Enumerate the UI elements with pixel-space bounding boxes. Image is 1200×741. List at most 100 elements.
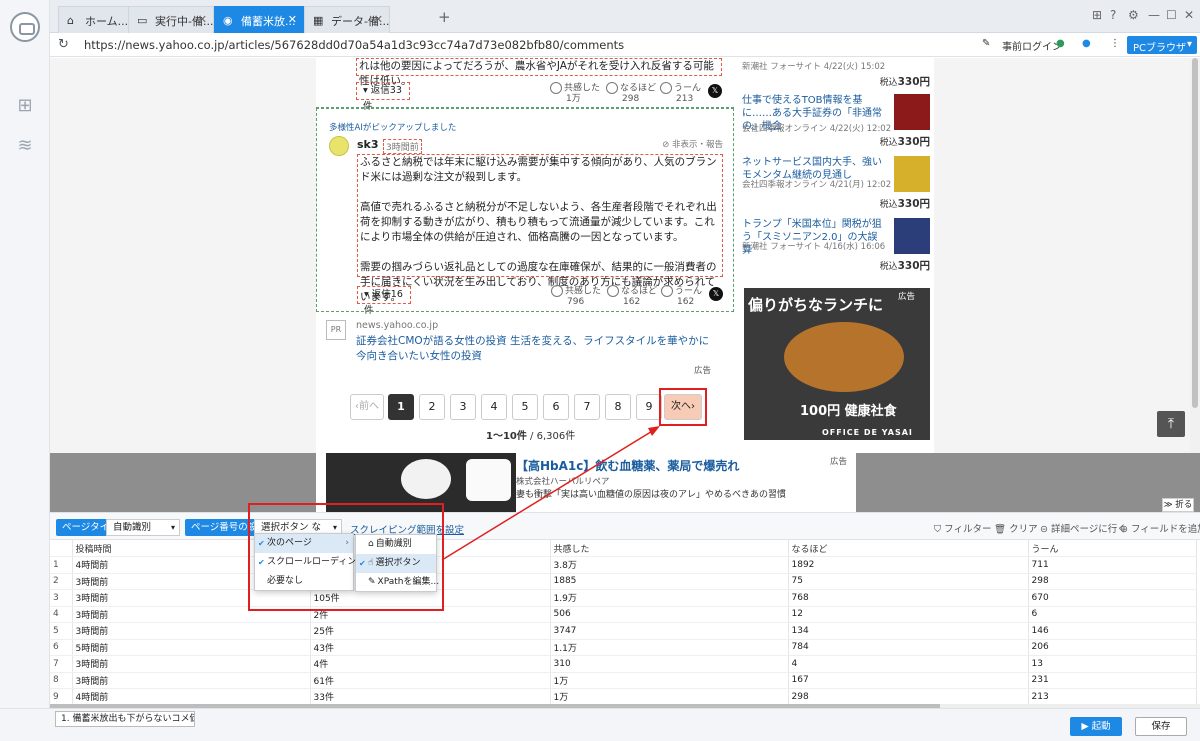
table-cell[interactable]: 75 [788, 573, 1029, 590]
task-tab[interactable]: 1. 備蓄米放出も下がらないコメ価... [55, 711, 195, 727]
page-button-1[interactable]: 1 [388, 394, 414, 420]
table-cell[interactable]: 1.9万 [550, 589, 789, 607]
save-button[interactable]: 保存 [1135, 717, 1187, 736]
table-cell[interactable]: 1892 [788, 556, 1029, 574]
scroll-to-top-button[interactable]: ⤒ [1157, 411, 1185, 437]
hide-report-link[interactable]: ⊘ 非表示・報告 [662, 138, 723, 150]
table-cell[interactable]: 213 [1028, 688, 1197, 706]
table-cell[interactable]: 167 [788, 672, 1029, 689]
table-row[interactable]: 9 4時間前 33件 1万 298 213 [50, 688, 1197, 706]
table-cell[interactable]: 43件 [310, 639, 551, 656]
reaction-uun[interactable]: うーん 162 [661, 285, 702, 307]
column-header[interactable]: 共感した [550, 540, 789, 557]
table-cell[interactable]: 3時間前 [72, 672, 311, 689]
page-button-6[interactable]: 6 [543, 394, 569, 420]
table-cell[interactable]: 146 [1028, 622, 1197, 640]
table-row[interactable]: 6 5時間前 43件 1.1万 784 206 [50, 639, 1197, 656]
page-button-3[interactable]: 3 [450, 394, 476, 420]
table-cell[interactable]: 506 [550, 606, 789, 623]
news-item[interactable]: 仕事で使えるTOB情報を基に……ある大手証券の「非通常の」機会 会社四季報オンラ… [742, 94, 930, 148]
table-cell[interactable]: 231 [1028, 672, 1197, 689]
table-cell[interactable]: 33件 [310, 688, 551, 706]
page-type-select[interactable]: 自動識別 ▾ [106, 519, 180, 536]
table-cell[interactable]: 5時間前 [72, 639, 311, 656]
x-share-icon[interactable]: 𝕏 [709, 287, 723, 301]
table-cell[interactable]: 768 [788, 589, 1029, 607]
page-button-4[interactable]: 4 [481, 394, 507, 420]
table-cell[interactable]: 670 [1028, 589, 1197, 607]
table-row[interactable]: 1 4時間前 3.8万 1892 711 [50, 556, 1197, 574]
page-scrollbar[interactable] [1190, 58, 1200, 453]
table-cell[interactable]: 1万 [550, 688, 789, 706]
table-cell[interactable]: 298 [1028, 573, 1197, 590]
table-cell[interactable]: 784 [788, 639, 1029, 656]
close-window-icon[interactable]: ✕ [1184, 8, 1194, 22]
table-row[interactable]: 7 3時間前 4件 310 4 13 [50, 655, 1197, 673]
table-cell[interactable]: 711 [1028, 556, 1197, 574]
gear-icon[interactable]: ⚙ [1128, 8, 1139, 22]
collapse-button[interactable]: ≫ 折る [1162, 498, 1194, 512]
table-cell[interactable]: 206 [1028, 639, 1197, 656]
tab-active[interactable]: ◉ 備蓄米放... ✕ [214, 6, 304, 33]
tab-home[interactable]: ⌂ ホーム... [58, 6, 132, 33]
extension-icon[interactable]: ● [1056, 38, 1065, 49]
table-cell[interactable]: 13 [1028, 655, 1197, 673]
maximize-icon[interactable]: ☐ [1166, 8, 1177, 22]
table-cell[interactable]: 1885 [550, 573, 789, 590]
table-row[interactable]: 8 3時間前 61件 1万 167 231 [50, 672, 1197, 689]
reply-button[interactable]: ▾ 返信33件 [356, 82, 410, 112]
table-cell[interactable]: 3時間前 [72, 655, 311, 673]
table-cell[interactable]: 12 [788, 606, 1029, 623]
table-cell[interactable]: 61件 [310, 672, 551, 689]
table-cell[interactable]: 6 [1028, 606, 1197, 623]
pc-browser-button[interactable]: PCブラウザ ▾ [1127, 36, 1197, 54]
table-cell[interactable]: 1.1万 [550, 639, 789, 656]
username[interactable]: sk3 [357, 138, 379, 151]
table-cell[interactable]: 3747 [550, 622, 789, 640]
table-cell[interactable]: 134 [788, 622, 1029, 640]
table-cell[interactable]: 298 [788, 688, 1029, 706]
table-row[interactable]: 3 3時間前 105件 1.9万 768 670 [50, 589, 1197, 607]
table-cell[interactable]: 310 [550, 655, 789, 673]
add-field-button[interactable]: ⊕ フィールドを追加 [1120, 521, 1200, 535]
layers-icon[interactable]: ≋ [15, 136, 35, 156]
reaction-empathy[interactable]: 共感した 1万 [550, 82, 600, 104]
tab-running[interactable]: ▭ 実行中-備... ✕ [128, 6, 214, 33]
scrollbar-thumb[interactable] [1192, 58, 1198, 408]
page-button-8[interactable]: 8 [605, 394, 631, 420]
new-tab-button[interactable]: + [438, 8, 451, 26]
menu-dots-icon[interactable]: ⋮ [1110, 38, 1120, 49]
url-field[interactable]: https://news.yahoo.co.jp/articles/567628… [84, 38, 624, 52]
reaction-empathy[interactable]: 共感した 796 [551, 285, 601, 307]
run-button[interactable]: ▶ 起動 [1070, 717, 1122, 736]
reaction-uun[interactable]: うーん 213 [660, 82, 701, 104]
lunch-ad[interactable]: 偏りがちなランチに 100円 健康社食 OFFICE DE YASAI 広告 [744, 288, 930, 440]
edit-icon[interactable]: ✎ [982, 38, 990, 49]
close-icon[interactable]: ✕ [198, 13, 207, 26]
reply-button[interactable]: ▾ 返信16件 [357, 286, 411, 316]
news-item[interactable]: トランプ「米国本位」関税が狙う「スミソニアン2.0」の大誤算 新潮社 フォーサイ… [742, 218, 930, 272]
filter-button[interactable]: ⛉ フィルター [934, 521, 991, 535]
table-row[interactable]: 2 3時間前 1885 75 298 [50, 573, 1197, 590]
table-cell[interactable]: 4件 [310, 655, 551, 673]
close-icon[interactable]: ✕ [288, 13, 297, 26]
tab-data[interactable]: ▦ データ-備... ✕ [304, 6, 390, 33]
table-cell[interactable]: 25件 [310, 622, 551, 640]
reaction-naruhodo[interactable]: なるほど 298 [606, 82, 656, 104]
accessibility-icon[interactable]: ● [1082, 38, 1091, 49]
detail-page-button[interactable]: ⊝ 詳細ページに行く [1040, 521, 1127, 535]
minimize-icon[interactable]: — [1148, 8, 1160, 22]
help-icon[interactable]: ? [1110, 8, 1116, 22]
new-task-icon[interactable]: ⊞ [15, 96, 35, 116]
table-cell[interactable]: 3.8万 [550, 556, 789, 574]
table-cell[interactable]: 4 [788, 655, 1029, 673]
page-button-5[interactable]: 5 [512, 394, 538, 420]
prev-page-button[interactable]: ‹前へ [350, 394, 384, 420]
reaction-naruhodo[interactable]: なるほど 162 [607, 285, 657, 307]
table-cell[interactable]: 3時間前 [72, 622, 311, 640]
table-cell[interactable]: 1万 [550, 672, 789, 689]
x-share-icon[interactable]: 𝕏 [708, 84, 722, 98]
clear-button[interactable]: 🗑 クリア [994, 521, 1038, 535]
news-item[interactable]: ネットサービス国内大手、強いモメンタム継続の見通し 会社四季報オンライン 4/2… [742, 156, 930, 210]
column-header[interactable]: なるほど [788, 540, 1029, 557]
